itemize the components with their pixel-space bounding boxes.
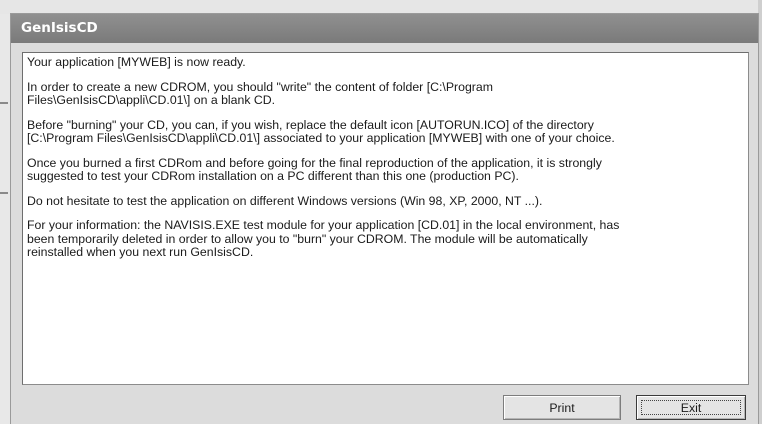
- background-window-right-edge: [758, 0, 762, 424]
- exit-button[interactable]: Exit: [636, 395, 746, 420]
- background-mark: [0, 192, 8, 194]
- message-paragraph: Your application [MYWEB] is now ready.: [27, 55, 246, 69]
- exit-button-label: Exit: [680, 400, 702, 415]
- message-paragraph: Do not hesitate to test the application …: [27, 193, 543, 208]
- print-button-label: Print: [549, 400, 575, 415]
- title-bar[interactable]: GenIsisCD: [11, 14, 758, 43]
- dialog-window: GenIsisCD Your application [MYWEB] is no…: [11, 14, 758, 424]
- background-window-strip: [0, 0, 762, 14]
- print-button[interactable]: Print: [503, 395, 621, 420]
- background-window-edge: [0, 14, 11, 424]
- message-paragraph: Once you burned a first CDRom and before…: [27, 155, 602, 183]
- message-text-area[interactable]: Your application [MYWEB] is now ready. I…: [22, 52, 749, 385]
- message-paragraph: For your information: the NAVISIS.EXE te…: [27, 218, 620, 259]
- background-mark: [0, 102, 8, 104]
- message-paragraph: In order to create a new CDROM, you shou…: [27, 79, 493, 107]
- window-title: GenIsisCD: [21, 20, 98, 36]
- message-paragraph: Before "burning" your CD, you can, if yo…: [27, 117, 615, 145]
